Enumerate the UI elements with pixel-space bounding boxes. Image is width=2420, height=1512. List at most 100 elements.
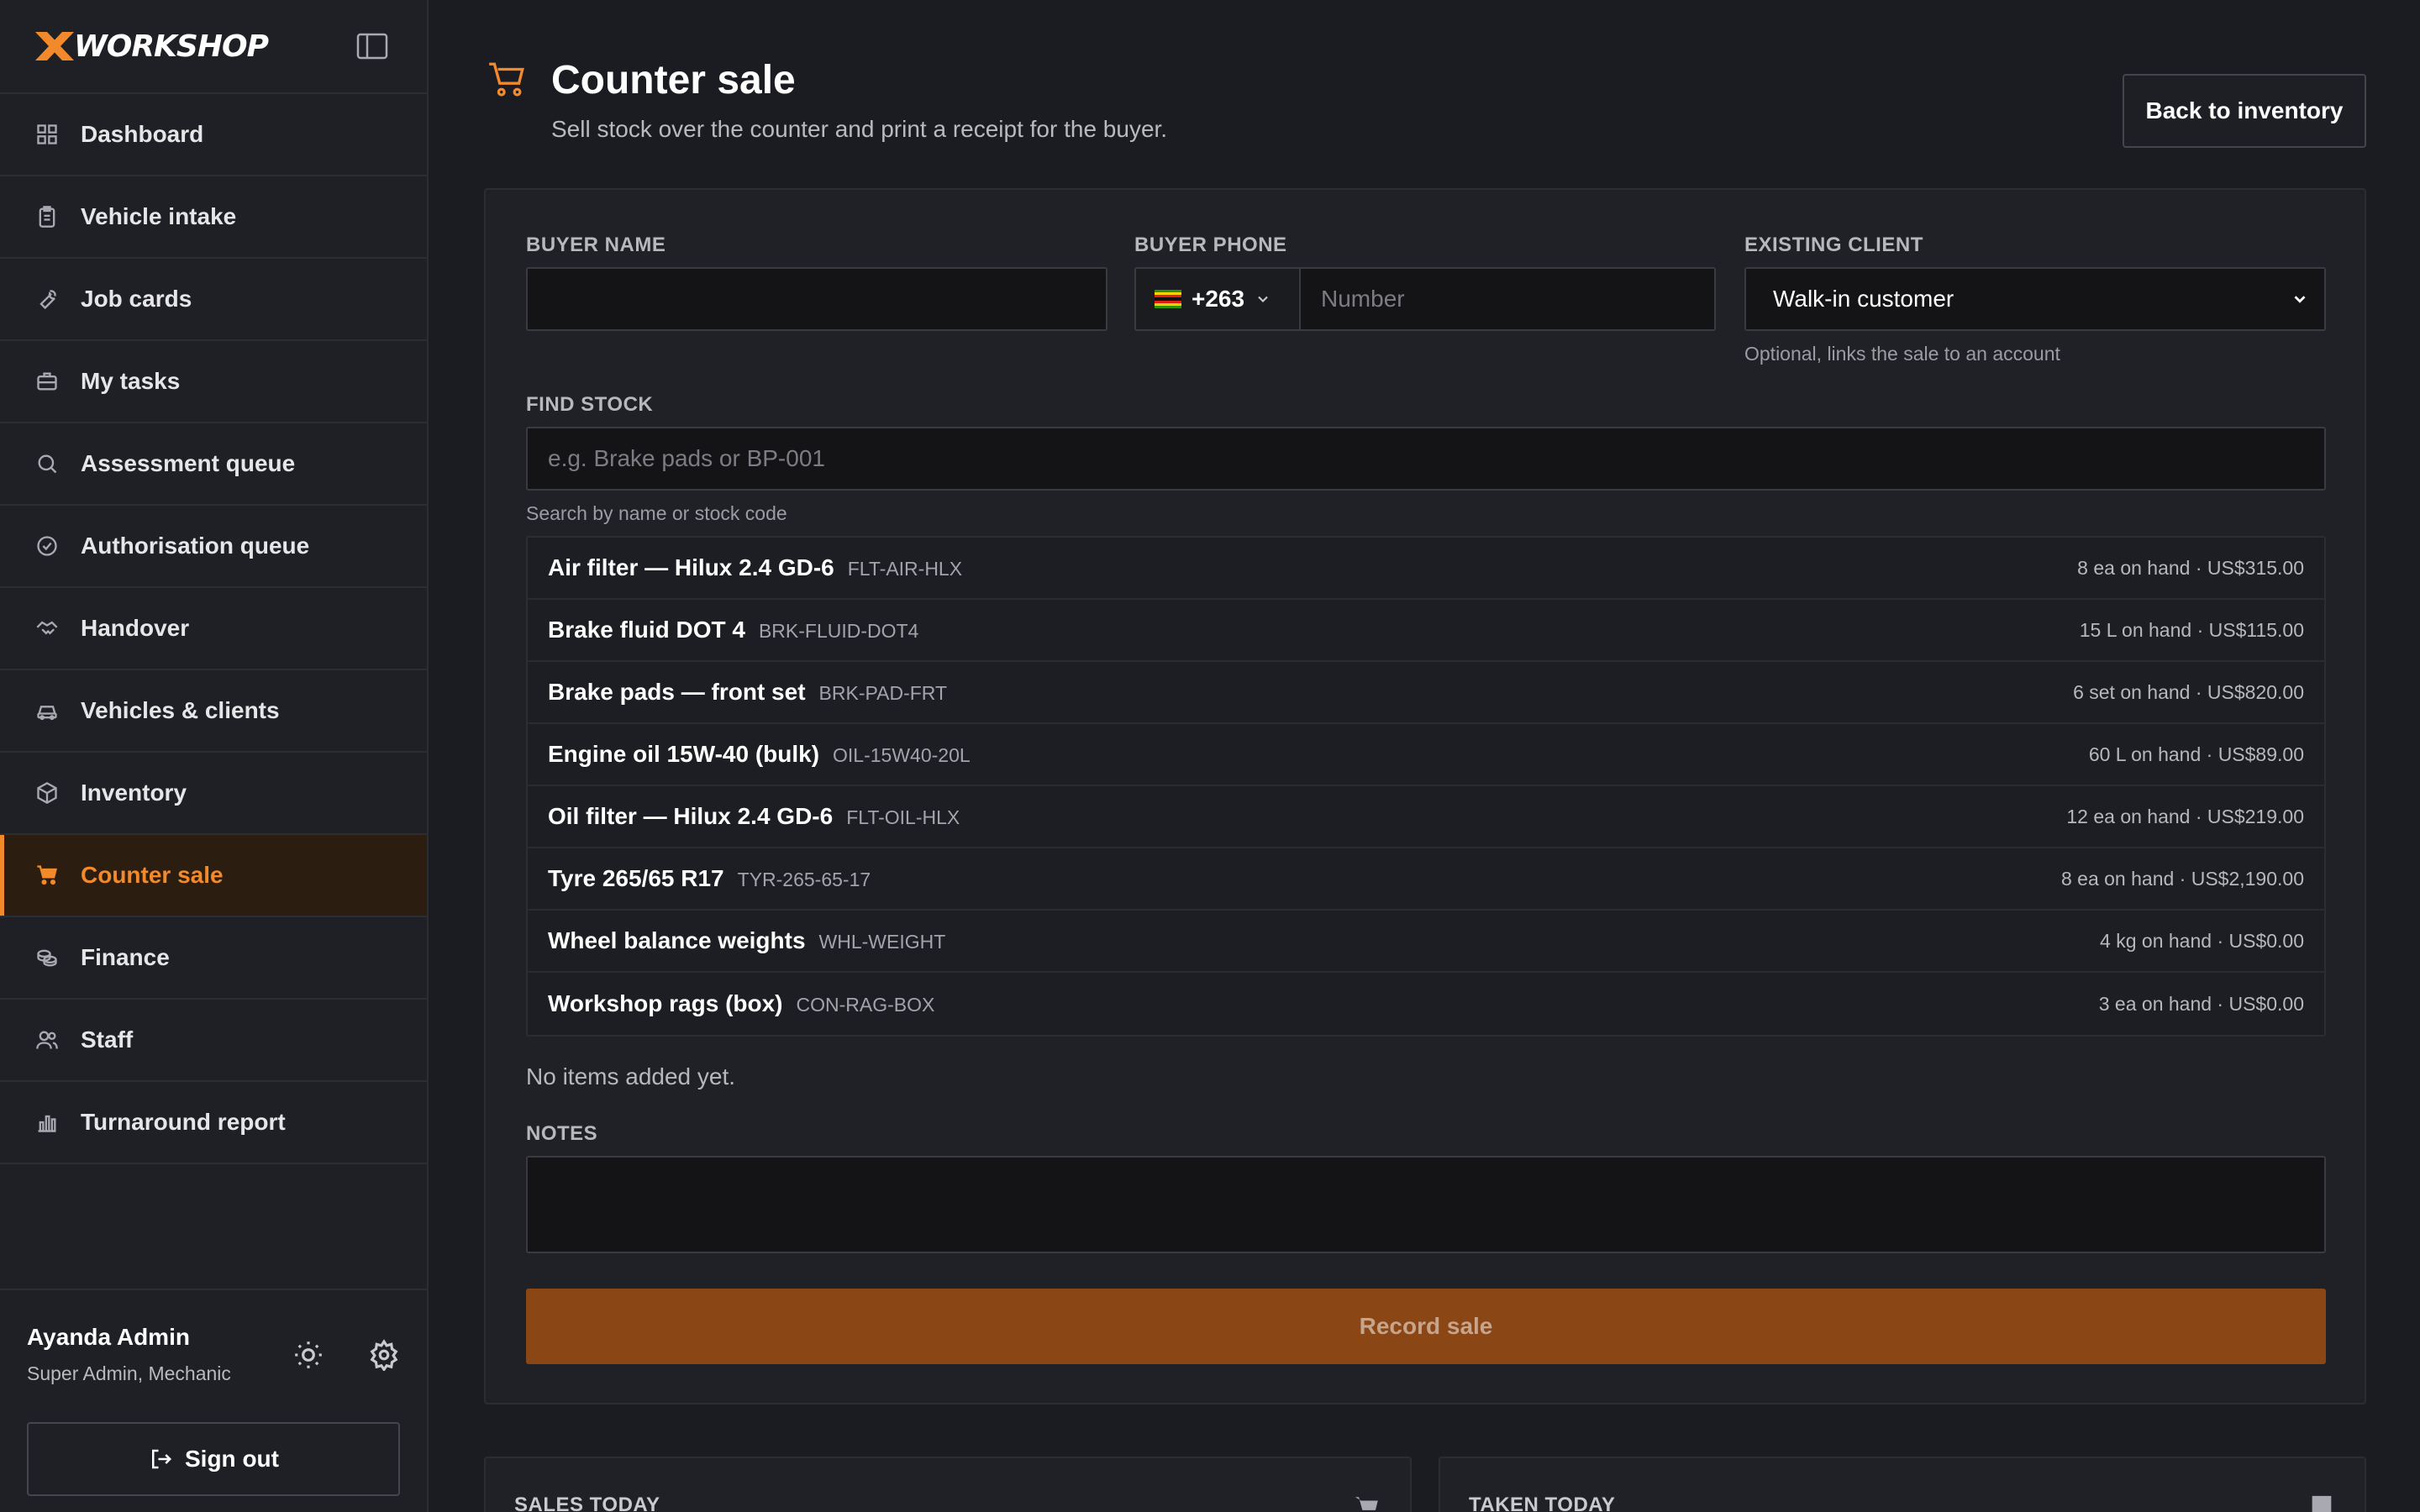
sidebar-nav: Dashboard Vehicle intake Job cards My ta…: [0, 94, 427, 1164]
sidebar-item-turnaround-report[interactable]: Turnaround report: [0, 1082, 427, 1164]
search-icon: [34, 450, 60, 477]
sidebar-item-label: Handover: [81, 615, 190, 641]
stock-info: 15 L on hand · US$115.00: [2079, 618, 2304, 641]
stock-name: Air filter — Hilux 2.4 GD-6: [548, 554, 834, 580]
stock-item[interactable]: Engine oil 15W-40 (bulk) OIL-15W40-20L 60…: [528, 724, 2324, 786]
phone-number-input[interactable]: Number: [1299, 267, 1716, 331]
stock-item-main: Workshop rags (box) CON-RAG-BOX: [548, 990, 934, 1017]
stock-code: BRK-FLUID-DOT4: [758, 620, 919, 642]
sign-out-icon: [152, 1449, 172, 1469]
stock-item-main: Engine oil 15W-40 (bulk) OIL-15W40-20L: [548, 741, 971, 768]
wrench-icon: [34, 286, 60, 312]
brand-name: WORKSHOP: [74, 29, 269, 64]
country-code-select[interactable]: +263: [1134, 267, 1299, 331]
buyer-phone-group: BUYER PHONE +263 Number: [1134, 234, 1716, 331]
receipt-icon: [2312, 1495, 2332, 1512]
sign-out-label: Sign out: [185, 1446, 279, 1472]
existing-client-group: EXISTING CLIENT Walk-in customer Optiona…: [1744, 234, 2326, 365]
user-info: Ayanda Admin Super Admin, Mechanic: [27, 1324, 231, 1385]
sidebar-item-my-tasks[interactable]: My tasks: [0, 341, 427, 423]
record-sale-button[interactable]: Record sale: [526, 1289, 2326, 1364]
gear-icon[interactable]: [368, 1339, 400, 1371]
stock-item-main: Oil filter — Hilux 2.4 GD-6 FLT-OIL-HLX: [548, 803, 960, 830]
main-content: Counter sale Sell stock over the counter…: [484, 0, 2366, 1512]
stock-info: 8 ea on hand · US$2,190.00: [2060, 867, 2304, 890]
stock-info: 60 L on hand · US$89.00: [2088, 743, 2304, 765]
sales-today-card: SALES TODAY: [484, 1457, 1412, 1512]
existing-client-value: Walk-in customer: [1773, 286, 1954, 312]
back-to-inventory-button[interactable]: Back to inventory: [2123, 74, 2366, 148]
stock-code: CON-RAG-BOX: [796, 994, 935, 1016]
page-title: Counter sale: [551, 58, 796, 102]
page-header: Counter sale Sell stock over the counter…: [484, 0, 2366, 188]
users-icon: [34, 1026, 60, 1053]
stock-item[interactable]: Brake fluid DOT 4 BRK-FLUID-DOT4 15 L on …: [528, 600, 2324, 662]
country-code: +263: [1192, 286, 1245, 312]
sidebar-item-label: Dashboard: [81, 121, 204, 147]
existing-client-select[interactable]: Walk-in customer: [1744, 267, 2326, 331]
sidebar-item-label: Turnaround report: [81, 1109, 286, 1135]
user-actions: [292, 1339, 400, 1371]
sidebar-item-vehicles-clients[interactable]: Vehicles & clients: [0, 670, 427, 753]
taken-today-card: TAKEN TODAY: [1439, 1457, 2366, 1512]
buyer-name-group: BUYER NAME: [526, 234, 1107, 331]
sidebar-item-handover[interactable]: Handover: [0, 588, 427, 670]
stock-name: Engine oil 15W-40 (bulk): [548, 741, 820, 767]
zimbabwe-flag-icon: [1155, 290, 1181, 308]
notes-textarea[interactable]: [526, 1156, 2326, 1253]
stock-item[interactable]: Wheel balance weights WHL-WEIGHT 4 kg on …: [528, 911, 2324, 973]
sidebar-item-inventory[interactable]: Inventory: [0, 753, 427, 835]
user-role: Super Admin, Mechanic: [27, 1362, 231, 1384]
sidebar-item-finance[interactable]: Finance: [0, 917, 427, 1000]
stock-item[interactable]: Air filter — Hilux 2.4 GD-6 FLT-AIR-HLX 8…: [528, 538, 2324, 600]
find-stock-input[interactable]: e.g. Brake pads or BP-001: [526, 427, 2326, 491]
stock-code: OIL-15W40-20L: [833, 744, 971, 766]
buyer-phone-label: BUYER PHONE: [1134, 234, 1287, 256]
stock-item[interactable]: Oil filter — Hilux 2.4 GD-6 FLT-OIL-HLX 1…: [528, 786, 2324, 848]
taken-today-label: TAKEN TODAY: [1469, 1494, 1616, 1512]
car-icon: [34, 697, 60, 724]
sidebar-item-label: My tasks: [81, 368, 181, 394]
sidebar-item-vehicle-intake[interactable]: Vehicle intake: [0, 176, 427, 259]
logo-x-icon: [35, 32, 74, 60]
stock-item[interactable]: Brake pads — front set BRK-PAD-FRT 6 set …: [528, 662, 2324, 724]
notes-label: NOTES: [526, 1122, 598, 1145]
find-stock-label: FIND STOCK: [526, 393, 654, 416]
sidebar-item-label: Job cards: [81, 286, 192, 312]
chevron-down-icon: [2294, 296, 2306, 303]
stock-info: 8 ea on hand · US$315.00: [2077, 556, 2304, 579]
user-name: Ayanda Admin: [27, 1324, 190, 1350]
sidebar-item-label: Vehicles & clients: [81, 697, 280, 723]
stock-item[interactable]: Workshop rags (box) CON-RAG-BOX 3 ea on h…: [528, 973, 2324, 1035]
buyer-name-input[interactable]: [526, 267, 1107, 331]
bar-chart-icon: [34, 1109, 60, 1136]
sidebar-item-counter-sale[interactable]: Counter sale: [0, 835, 427, 917]
logo[interactable]: WORKSHOP: [34, 29, 269, 64]
empty-items-message: No items added yet.: [526, 1063, 736, 1089]
sidebar-item-label: Finance: [81, 944, 170, 970]
sidebar-toggle-icon[interactable]: [356, 32, 388, 60]
notes-group: NOTES: [526, 1122, 2326, 1253]
stock-info: 3 ea on hand · US$0.00: [2098, 992, 2304, 1015]
sign-out-button[interactable]: Sign out: [27, 1422, 400, 1496]
briefcase-icon: [34, 368, 60, 395]
stock-item-main: Brake fluid DOT 4 BRK-FLUID-DOT4: [548, 617, 918, 643]
stock-code: FLT-AIR-HLX: [847, 558, 963, 580]
sidebar-item-authorisation-queue[interactable]: Authorisation queue: [0, 506, 427, 588]
cart-icon: [34, 862, 60, 889]
stock-code: WHL-WEIGHT: [818, 931, 946, 953]
buyer-name-label: BUYER NAME: [526, 234, 666, 256]
grid-icon: [34, 121, 60, 148]
sidebar-item-staff[interactable]: Staff: [0, 1000, 427, 1082]
stock-name: Workshop rags (box): [548, 990, 783, 1016]
sidebar-item-dashboard[interactable]: Dashboard: [0, 94, 427, 176]
theme-toggle-icon[interactable]: [292, 1339, 324, 1371]
box-icon: [34, 780, 60, 806]
sidebar-item-assessment-queue[interactable]: Assessment queue: [0, 423, 427, 506]
sidebar-item-job-cards[interactable]: Job cards: [0, 259, 427, 341]
cart-icon: [489, 62, 524, 97]
stock-name: Tyre 265/65 R17: [548, 865, 724, 891]
existing-client-hint: Optional, links the sale to an account: [1744, 343, 2060, 365]
stock-item-main: Wheel balance weights WHL-WEIGHT: [548, 927, 945, 954]
stock-item[interactable]: Tyre 265/65 R17 TYR-265-65-17 8 ea on han…: [528, 848, 2324, 911]
